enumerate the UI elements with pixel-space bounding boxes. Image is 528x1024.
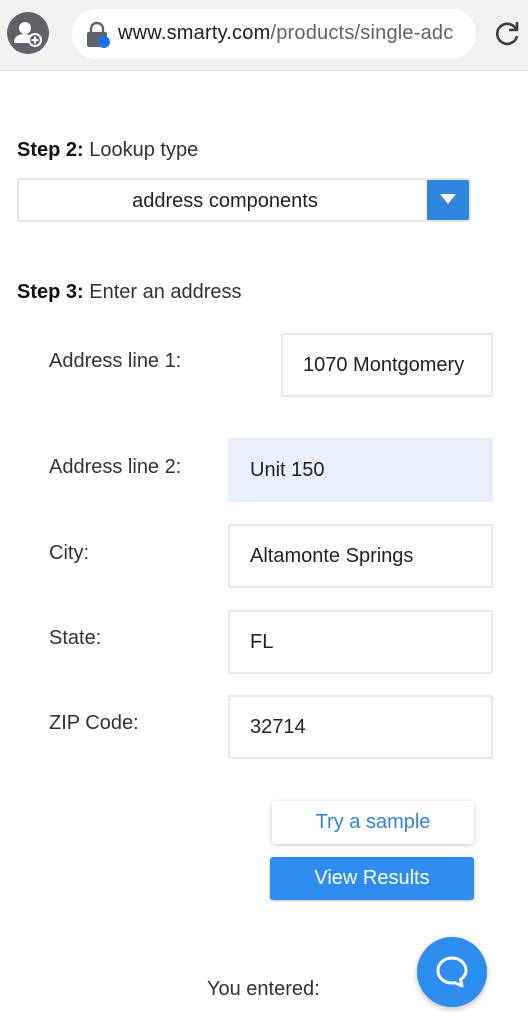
step-2-heading: Step 2: Lookup type xyxy=(17,139,198,162)
city-label: City: xyxy=(49,542,89,564)
address-bar[interactable]: www.smarty.com/products/single-adc xyxy=(72,9,476,59)
address-line-1-label: Address line 1: xyxy=(49,350,182,372)
url-text: www.smarty.com/products/single-adc xyxy=(118,22,468,45)
profile-icon[interactable] xyxy=(7,12,49,54)
chat-icon xyxy=(436,956,468,988)
dropdown-arrow-icon xyxy=(440,194,456,204)
step-2-title: Lookup type xyxy=(83,139,199,161)
address-line-2-input[interactable] xyxy=(228,438,493,502)
address-line-2-label: Address line 2: xyxy=(49,456,182,478)
reload-icon[interactable] xyxy=(492,19,522,49)
url-domain: www.smarty.com xyxy=(118,22,271,44)
address-line-1-input[interactable] xyxy=(281,333,493,397)
lock-icon[interactable] xyxy=(84,21,110,49)
view-results-button[interactable]: View Results xyxy=(270,857,474,900)
state-label: State: xyxy=(49,627,102,649)
browser-toolbar: www.smarty.com/products/single-adc xyxy=(0,0,528,71)
zip-code-label: ZIP Code: xyxy=(49,712,139,734)
chat-button[interactable] xyxy=(417,937,487,1007)
try-sample-button[interactable]: Try a sample xyxy=(272,801,474,844)
url-path: /products/single-adc xyxy=(270,22,454,44)
you-entered-label: You entered: xyxy=(207,978,320,1000)
city-input[interactable] xyxy=(228,524,493,588)
step-3-heading: Step 3: Enter an address xyxy=(17,281,242,304)
dropdown-toggle[interactable] xyxy=(427,180,469,220)
step-3-number: Step 3: xyxy=(17,281,84,303)
state-input[interactable] xyxy=(228,610,493,674)
zip-code-input[interactable] xyxy=(228,695,493,759)
step-3-title: Enter an address xyxy=(83,281,242,303)
lookup-type-value: address components xyxy=(132,190,318,212)
step-2-number: Step 2: xyxy=(17,139,84,161)
lookup-type-select[interactable]: address components xyxy=(17,178,471,222)
